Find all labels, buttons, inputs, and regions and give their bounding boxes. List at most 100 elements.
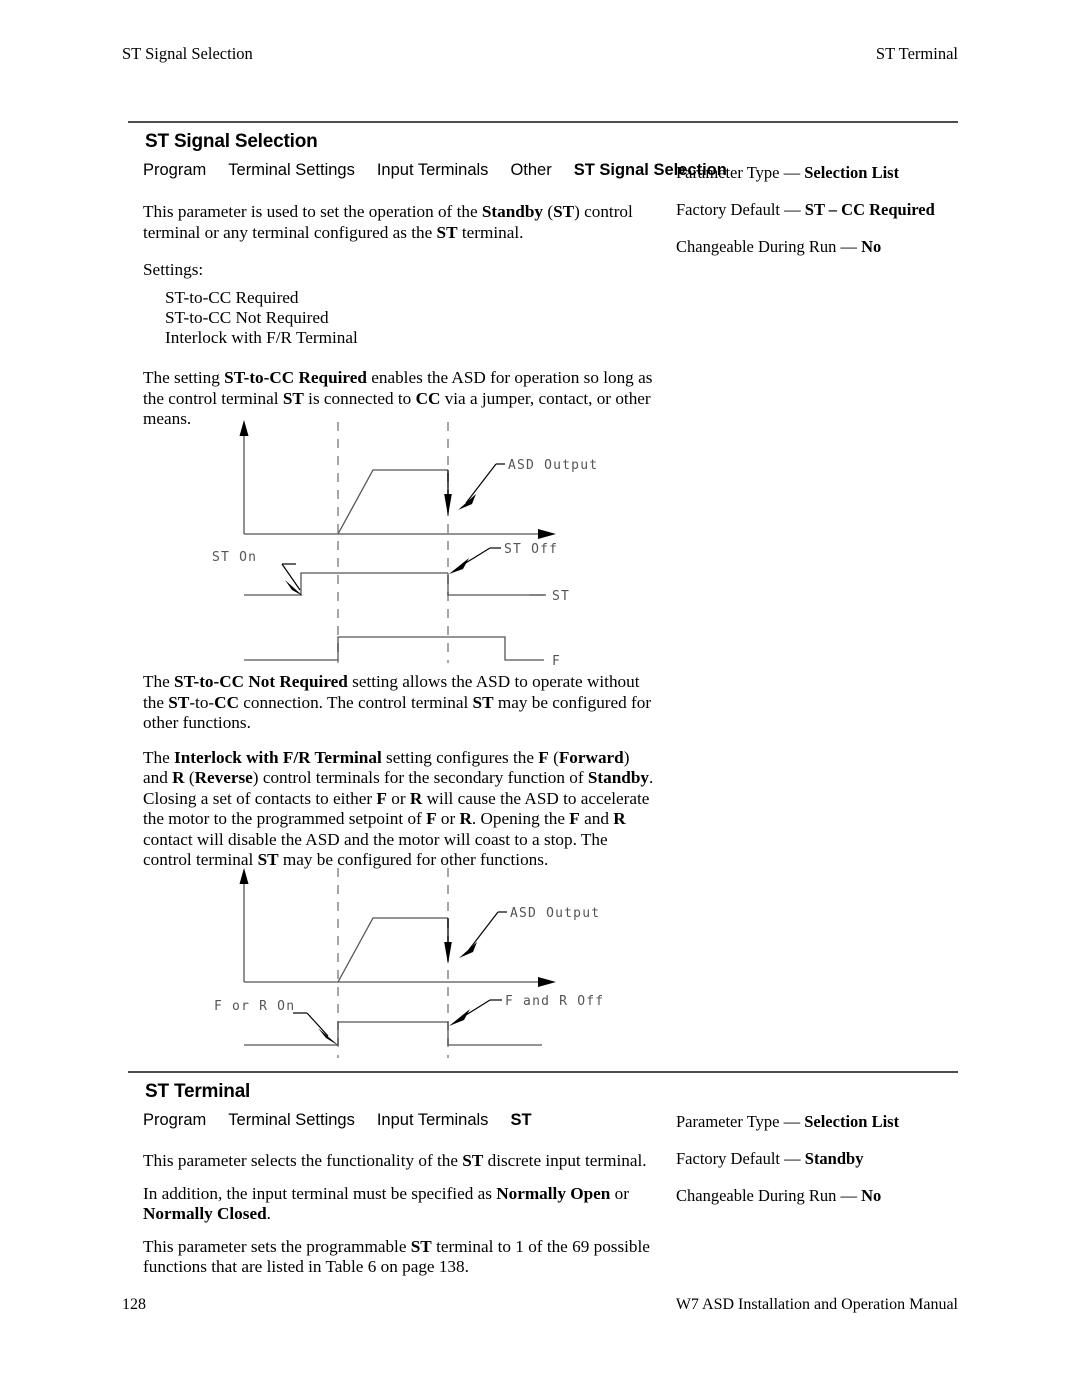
st-off-leader: [463, 547, 491, 565]
spec-value: Selection List: [804, 163, 900, 182]
breadcrumb-item[interactable]: Terminal Settings: [228, 161, 355, 179]
settings-list-item: Interlock with F/R Terminal: [165, 328, 358, 347]
text-run: (: [184, 768, 195, 787]
text-run-bold: F: [538, 747, 549, 767]
y-axis-arrowhead: [239, 420, 249, 436]
spec-label: Factory Default —: [676, 1149, 801, 1168]
label-f-and-r-off: F and R Off: [505, 994, 604, 1009]
paragraph-st-to-cc-not-required: The ST-to-CC Not Required setting allows…: [143, 672, 655, 734]
section-divider-bottom: [128, 1071, 958, 1073]
f-or-r-on-leader: [306, 1012, 329, 1037]
text-run: In addition, the input terminal must be …: [143, 1183, 497, 1203]
text-run: -to-: [189, 692, 215, 712]
text-run-bold: F: [426, 809, 437, 828]
text-run-bold: CC: [214, 692, 239, 712]
section-heading-st-signal-selection: ST Signal Selection: [145, 131, 318, 152]
label-st-off: ST Off: [504, 542, 558, 557]
timing-diagram-interlock: ASD Output F or R On F and R Off: [200, 860, 620, 1060]
settings-label: Settings:: [143, 260, 204, 279]
text-run: The: [143, 672, 175, 691]
text-run-bold: R: [409, 788, 423, 808]
section2-spec-column: Parameter Type — Selection List Factory …: [676, 1112, 976, 1223]
text-run-bold: Interlock with F/R Terminal: [174, 747, 382, 767]
running-head-right: ST Terminal: [875, 44, 958, 63]
text-run: or: [386, 788, 410, 808]
settings-list-item: ST-to-CC Not Required: [165, 308, 329, 327]
asd-output-drop-arrowhead: [444, 494, 452, 516]
text-run-bold: ST: [282, 388, 304, 408]
text-run: is connected to: [303, 388, 416, 408]
label-st-on: ST On: [212, 550, 257, 565]
spec-changeable-during-run: Changeable During Run — No: [676, 1186, 976, 1206]
spec-label: Parameter Type —: [676, 163, 801, 182]
text-run-bold: ST: [168, 692, 190, 712]
f-and-r-off-arrowhead: [449, 1009, 470, 1026]
breadcrumb-item[interactable]: Input Terminals: [377, 161, 489, 179]
paragraph-intro: This parameter is used to set the operat…: [143, 202, 655, 243]
spec-label: Factory Default —: [676, 200, 801, 219]
text-run: ) control terminals for the secondary fu…: [252, 768, 588, 787]
breadcrumb-item[interactable]: Input Terminals: [377, 1111, 489, 1129]
breadcrumb-item[interactable]: Program: [143, 161, 206, 179]
text-run: or: [610, 1183, 629, 1203]
f-and-r-off-leader: [465, 999, 491, 1016]
text-run-bold: ST: [553, 202, 575, 221]
st-on-arrowhead: [285, 580, 303, 596]
text-run: discrete input terminal.: [483, 1151, 647, 1170]
text-run-bold: ST: [410, 1236, 432, 1256]
text-run-bold: Forward: [558, 747, 624, 767]
text-run: The: [143, 747, 175, 767]
st-off-arrowhead: [449, 558, 469, 574]
spec-factory-default: Factory Default — ST – CC Required: [676, 200, 976, 220]
text-run-bold: Normally Open: [496, 1183, 611, 1203]
document-page: ST Signal Selection ST Terminal ST Signa…: [0, 0, 1080, 1397]
spec-value: Selection List: [804, 1112, 900, 1131]
text-run: connection. The control terminal: [238, 692, 473, 712]
x-axis-arrowhead: [538, 977, 556, 987]
text-run: This parameter is used to set the operat…: [143, 202, 482, 221]
text-run-bold: F: [569, 809, 580, 828]
section1-spec-column: Parameter Type — Selection List Factory …: [676, 163, 976, 274]
text-run-bold: R: [459, 809, 472, 828]
text-run: setting configures the: [381, 747, 539, 767]
asd-output-leader: [465, 463, 497, 504]
y-axis-arrowhead: [239, 868, 249, 884]
label-f-trace: F: [552, 654, 561, 668]
text-run: (: [543, 202, 554, 221]
manual-title: W7 ASD Installation and Operation Manual: [675, 1296, 958, 1313]
label-f-or-r-on: F or R On: [214, 999, 295, 1014]
section-heading-st-terminal: ST Terminal: [145, 1081, 251, 1102]
text-run-bold: Standby: [587, 768, 650, 787]
breadcrumb-signal-selection: Program Terminal Settings Input Terminals O…: [143, 160, 727, 181]
text-run-bold: Reverse: [194, 768, 253, 787]
spec-value: No: [861, 1186, 882, 1205]
settings-list: ST-to-CC Required ST-to-CC Not Required …: [143, 288, 655, 348]
running-head: ST Signal Selection ST Terminal: [122, 44, 958, 64]
text-run: terminal.: [457, 222, 524, 242]
text-run-bold: ST: [462, 1151, 484, 1170]
spec-parameter-type: Parameter Type — Selection List: [676, 163, 976, 183]
breadcrumb-st-terminal: Program Terminal Settings Input Terminals S…: [143, 1110, 655, 1131]
text-run: This parameter selects the functionality…: [143, 1151, 463, 1170]
paragraph-st-functionality: This parameter selects the functionality…: [143, 1151, 655, 1172]
breadcrumb-item[interactable]: Terminal Settings: [228, 1111, 355, 1129]
st-waveform-low: [447, 573, 544, 596]
text-run: This parameter sets the programmable: [143, 1236, 411, 1256]
asd-output-leader: [467, 911, 499, 952]
spec-label: Changeable During Run —: [676, 237, 858, 256]
text-run-bold: R: [613, 809, 626, 828]
spec-value: Standby: [804, 1149, 864, 1168]
text-run-bold: Normally Closed: [143, 1204, 267, 1223]
text-run: and: [579, 809, 614, 828]
asd-output-waveform: [337, 917, 448, 983]
breadcrumb-item[interactable]: Other: [510, 161, 551, 179]
breadcrumb-item-current[interactable]: ST: [510, 1111, 531, 1129]
spec-label: Changeable During Run —: [676, 1186, 858, 1205]
text-run-bold: F: [376, 788, 387, 808]
text-run: . Opening the: [471, 809, 570, 828]
breadcrumb-item[interactable]: Program: [143, 1111, 206, 1129]
spec-label: Parameter Type —: [676, 1112, 801, 1131]
text-run: .: [266, 1204, 271, 1223]
f-or-r-on-arrowhead: [318, 1028, 339, 1046]
section2-left-column: Program Terminal Settings Input Terminals S…: [143, 1110, 655, 1278]
